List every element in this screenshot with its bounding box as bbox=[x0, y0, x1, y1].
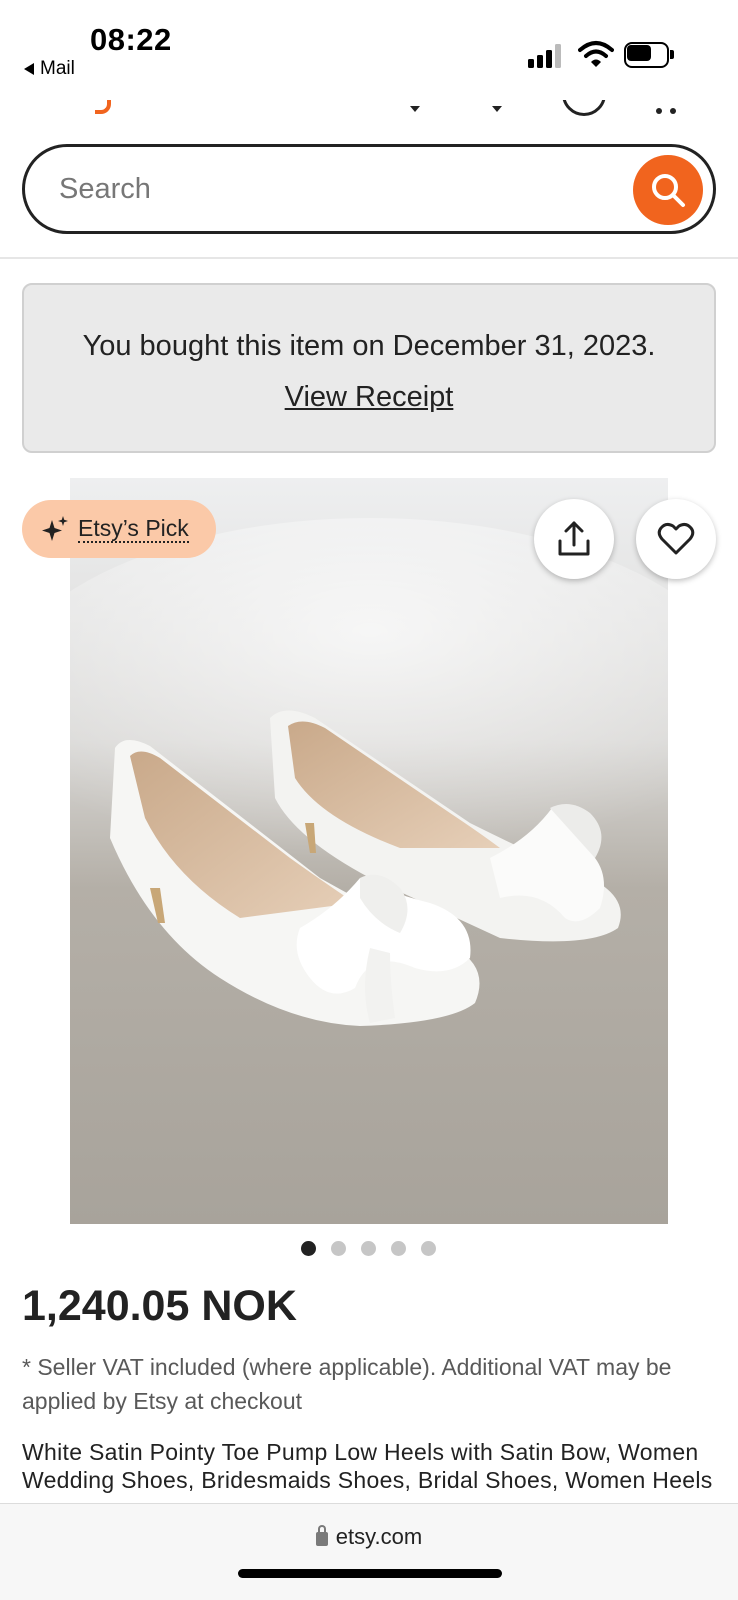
status-time: 08:22 bbox=[90, 22, 172, 57]
etsys-pick-label: Etsy’s Pick bbox=[78, 515, 189, 543]
search-button[interactable] bbox=[633, 155, 703, 225]
lock-icon bbox=[315, 1525, 328, 1546]
listing-price: 1,240.05 NOK bbox=[22, 1282, 297, 1330]
carousel-dot[interactable] bbox=[301, 1241, 316, 1256]
purchase-notice-text: You bought this item on December 31, 202… bbox=[82, 330, 656, 362]
wifi-icon bbox=[578, 40, 614, 68]
url-text: etsy.com bbox=[335, 1524, 423, 1549]
image-carousel-dots bbox=[301, 1241, 436, 1256]
back-arrow-icon bbox=[24, 63, 34, 75]
search-input[interactable] bbox=[59, 167, 599, 211]
carousel-dot[interactable] bbox=[391, 1241, 406, 1256]
avatar[interactable] bbox=[562, 100, 606, 116]
carousel-dot[interactable] bbox=[361, 1241, 376, 1256]
back-label: Mail bbox=[40, 58, 75, 79]
purchase-notice: You bought this item on December 31, 202… bbox=[22, 283, 716, 453]
search-icon bbox=[652, 174, 685, 207]
chevron-down-icon[interactable] bbox=[410, 106, 420, 112]
carousel-dot[interactable] bbox=[421, 1241, 436, 1256]
back-to-mail-button[interactable]: Mail bbox=[24, 58, 75, 80]
listing-title: White Satin Pointy Toe Pump Low Heels wi… bbox=[22, 1439, 713, 1493]
search-bar bbox=[22, 144, 716, 234]
view-receipt-link[interactable]: View Receipt bbox=[285, 381, 454, 413]
chevron-down-icon[interactable] bbox=[492, 106, 502, 112]
site-header-partial bbox=[0, 100, 738, 122]
share-button[interactable] bbox=[534, 499, 614, 579]
heart-icon bbox=[657, 522, 695, 555]
more-menu-icon[interactable] bbox=[656, 108, 676, 114]
battery-icon bbox=[624, 42, 674, 68]
share-icon bbox=[558, 521, 590, 556]
address-bar[interactable]: etsy.com bbox=[0, 1524, 738, 1550]
sparkle-icon bbox=[42, 516, 68, 541]
vat-note: * Seller VAT included (where applicable)… bbox=[22, 1354, 672, 1414]
browser-bottom-bar: etsy.com bbox=[0, 1503, 738, 1600]
carousel-dot[interactable] bbox=[331, 1241, 346, 1256]
etsys-pick-badge[interactable]: Etsy’s Pick bbox=[22, 500, 216, 558]
status-bar: 08:22 Mail bbox=[0, 0, 738, 100]
signal-icon bbox=[528, 44, 564, 68]
listing-image[interactable] bbox=[70, 478, 668, 1224]
home-indicator[interactable] bbox=[238, 1569, 502, 1578]
favorite-button[interactable] bbox=[636, 499, 716, 579]
etsy-logo[interactable] bbox=[95, 100, 111, 114]
header-divider bbox=[0, 257, 738, 259]
